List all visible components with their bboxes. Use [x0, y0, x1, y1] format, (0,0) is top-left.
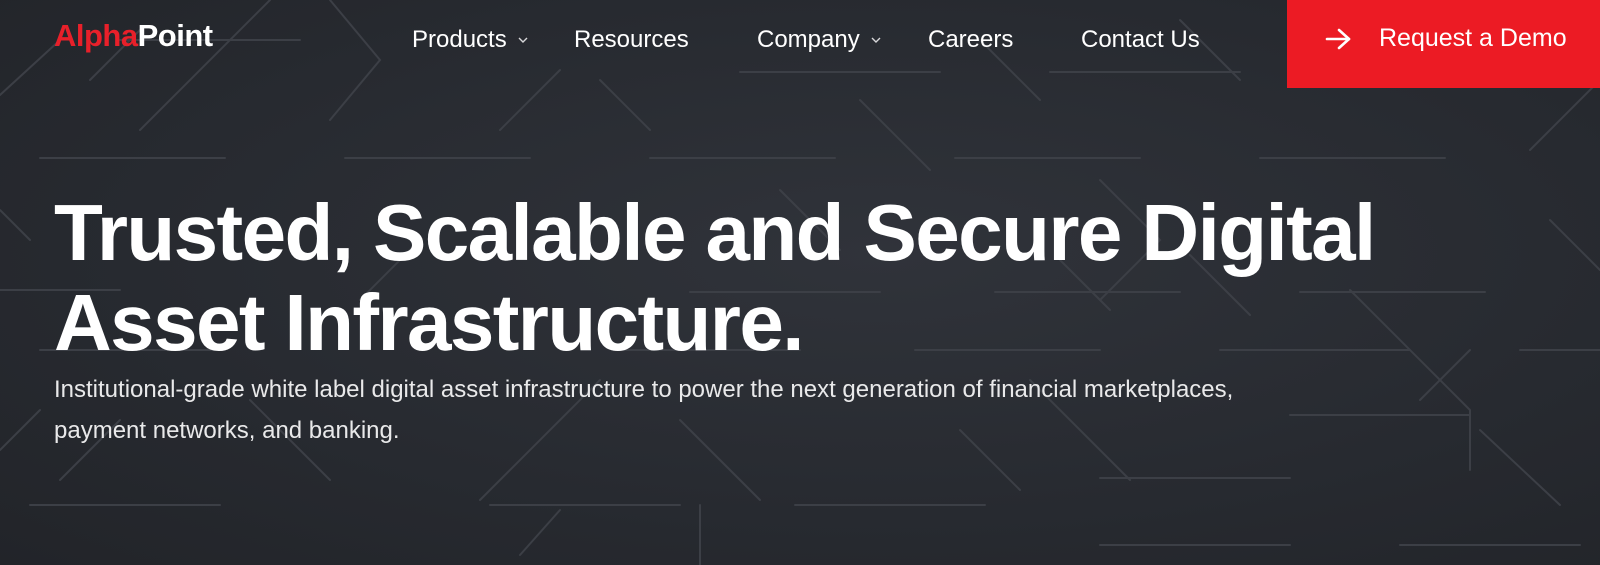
- nav-products[interactable]: Products: [412, 24, 529, 56]
- logo-point: Point: [137, 18, 214, 53]
- request-demo-label: Request a Demo: [1379, 24, 1567, 52]
- site-header: AlphaPoint Products Resources Company Ca…: [0, 0, 1600, 88]
- request-demo-button[interactable]: Request a Demo: [1287, 0, 1600, 88]
- chevron-down-icon: [871, 37, 881, 43]
- nav-resources-label: Resources: [574, 26, 689, 53]
- nav-company-label: Company: [757, 26, 860, 53]
- logo-alpha: Alpha: [54, 18, 138, 53]
- nav-products-label: Products: [412, 26, 507, 53]
- hero-subtitle: Institutional-grade white label digital …: [54, 376, 1234, 444]
- nav-company[interactable]: Company: [757, 24, 882, 56]
- arrow-right-icon: [1325, 28, 1351, 50]
- alphapoint-logo[interactable]: AlphaPoint: [54, 18, 213, 54]
- nav-contact-us-label: Contact Us: [1081, 26, 1200, 53]
- chevron-down-icon: [518, 37, 528, 43]
- hero-title: Trusted, Scalable and Secure Digital Ass…: [54, 188, 1376, 367]
- nav-careers[interactable]: Careers: [928, 24, 1013, 56]
- nav-careers-label: Careers: [928, 26, 1014, 53]
- nav-contact-us[interactable]: Contact Us: [1081, 24, 1200, 56]
- nav-resources[interactable]: Resources: [574, 24, 689, 56]
